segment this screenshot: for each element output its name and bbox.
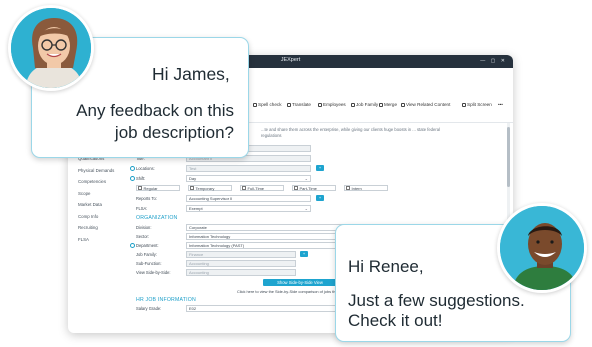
field-label: Sub-Function:	[136, 261, 162, 266]
avatar-woman	[8, 5, 94, 91]
nav-item-physical-demands[interactable]: Physical Demands	[78, 165, 124, 177]
nav-item-recruiting[interactable]: Recruiting	[78, 222, 124, 234]
field-label: Shift:	[136, 176, 146, 181]
checkbox-icon	[346, 186, 350, 190]
split-screen-icon	[462, 102, 466, 107]
spellcheck-icon	[253, 102, 257, 107]
locations-field[interactable]: Test	[186, 165, 311, 172]
field-label: Department:	[136, 243, 159, 248]
more-icon: •••	[498, 102, 503, 107]
field-row: FLSA: Exempt ⌄	[130, 205, 380, 212]
bubble-greeting: Hi James,	[152, 64, 230, 84]
avatar-man	[497, 203, 587, 293]
job-family-icon	[351, 102, 355, 107]
merge-icon	[379, 102, 383, 107]
intro-text: ...te and share them across the enterpri…	[261, 127, 440, 138]
nav-item-scope[interactable]: Scope	[78, 188, 124, 200]
more-button[interactable]: •••	[498, 102, 503, 107]
spellcheck-button[interactable]: Spell check	[253, 102, 282, 107]
chevron-down-icon: ⌄	[304, 206, 308, 211]
checkbox-icon	[242, 186, 246, 190]
field-label: Reports To:	[136, 196, 157, 201]
bubble-greeting: Hi Renee,	[348, 257, 424, 276]
section-nav: Qualifications Physical Demands Competen…	[78, 153, 124, 245]
hr-job-info-heading: HR JOB INFORMATION	[136, 297, 196, 303]
view-related-content-button[interactable]: View Related Content	[401, 102, 450, 107]
flsa-select[interactable]: Exempt ⌄	[186, 205, 311, 212]
scrollbar-thumb[interactable]	[507, 127, 510, 187]
shift-select[interactable]: Day ⌄	[186, 175, 311, 182]
checkbox-icon	[190, 186, 194, 190]
field-label: Job Family:	[136, 252, 157, 257]
nav-item-flsa[interactable]: FLSA	[78, 234, 124, 246]
field-label: View Side-by-Side:	[136, 270, 171, 275]
field-label: FLSA:	[136, 206, 148, 211]
job-family-field[interactable]: Finance	[186, 251, 296, 258]
field-label: Salary Grade:	[136, 306, 162, 311]
field-row: Locations: Test +	[130, 165, 380, 172]
side-by-side-hint: Click here to view the Side-by-Side comp…	[237, 289, 350, 294]
field-row: Shift: Day ⌄	[130, 175, 380, 182]
add-job-family-button[interactable]: +	[300, 251, 308, 257]
job-family-button[interactable]: Job Family	[351, 102, 378, 107]
show-side-by-side-button[interactable]: Show Side-by-Side View	[263, 279, 337, 286]
bubble-message: Any feedback on this job description?	[76, 101, 234, 142]
info-icon[interactable]	[130, 242, 135, 248]
info-icon[interactable]	[130, 175, 135, 181]
field-label: Division:	[136, 225, 152, 230]
chevron-down-icon: ⌄	[304, 176, 308, 181]
field-row: Reports To: Accounting Supervisor II +	[130, 195, 380, 202]
nav-item-comp-info[interactable]: Comp Info	[78, 211, 124, 223]
split-screen-button[interactable]: Split Screen	[462, 102, 492, 107]
checkbox-part-time[interactable]: Part-Time	[292, 185, 336, 191]
related-content-icon	[401, 102, 405, 107]
merge-button[interactable]: Merge	[379, 102, 397, 107]
add-reports-to-button[interactable]: +	[316, 195, 324, 201]
field-label: Locations:	[136, 166, 155, 171]
add-location-button[interactable]: +	[316, 165, 324, 171]
organization-heading: ORGANIZATION	[136, 215, 178, 221]
bubble-message: Just a few suggestions. Check it out!	[348, 291, 525, 330]
checkbox-icon	[138, 186, 142, 190]
translate-button[interactable]: Translate	[287, 102, 311, 107]
employees-button[interactable]: Employees	[318, 102, 346, 107]
checkbox-icon	[294, 186, 298, 190]
checkbox-regular[interactable]: Regular	[136, 185, 180, 191]
checkbox-temporary[interactable]: Temporary	[188, 185, 232, 191]
employees-icon	[318, 102, 322, 107]
checkbox-full-time[interactable]: Full-Time	[240, 185, 284, 191]
info-icon[interactable]	[130, 165, 135, 171]
window-controls[interactable]: — ▢ ✕	[480, 58, 507, 64]
checkbox-intern[interactable]: Intern	[344, 185, 388, 191]
employment-type-row: Regular Temporary Full-Time Part-Time In…	[130, 185, 388, 192]
field-label: Sector:	[136, 234, 149, 239]
translate-icon	[287, 102, 291, 107]
nav-item-competencies[interactable]: Competencies	[78, 176, 124, 188]
reports-to-field[interactable]: Accounting Supervisor II	[186, 195, 311, 202]
man-portrait-icon	[500, 206, 584, 290]
sub-function-field[interactable]: Accounting	[186, 260, 296, 267]
nav-item-market-data[interactable]: Market Data	[78, 199, 124, 211]
side-by-side-field[interactable]: Accounting	[186, 269, 296, 276]
